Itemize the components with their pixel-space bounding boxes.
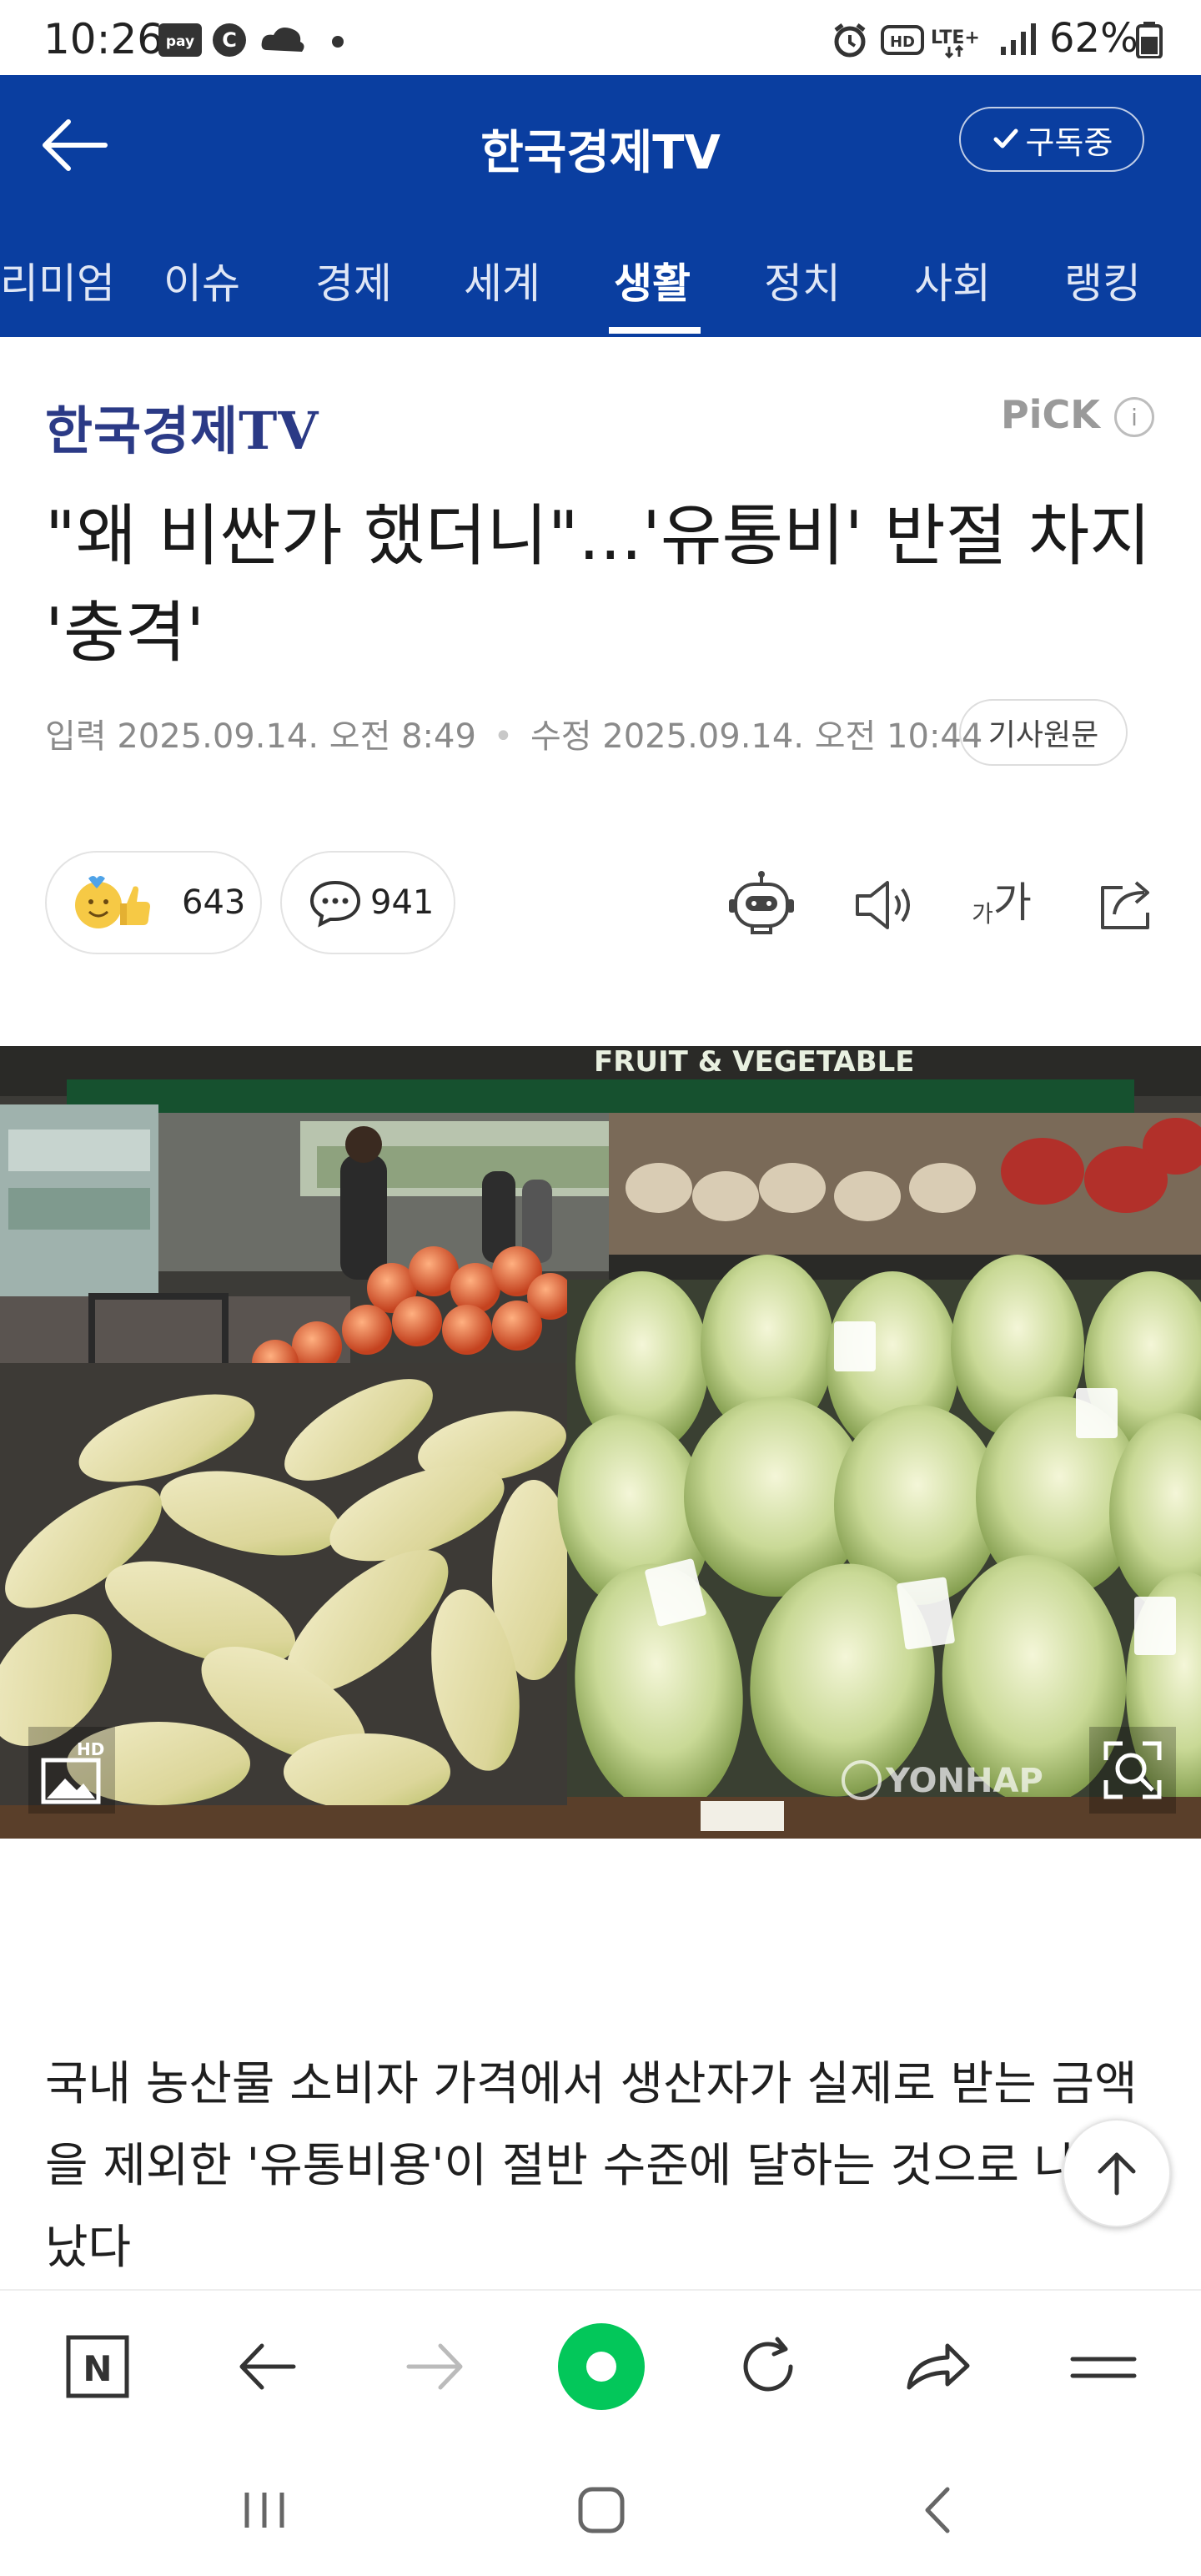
lte-icon: LTE+ xyxy=(931,28,980,58)
status-time: 10:26 xyxy=(43,15,164,63)
comment-icon xyxy=(309,880,361,928)
tab-issue[interactable]: 이슈 xyxy=(163,250,240,310)
comment-count: 941 xyxy=(370,883,435,922)
tab-life[interactable]: 생활 xyxy=(614,250,691,310)
check-icon xyxy=(993,128,1018,148)
input-label: 입력 xyxy=(45,717,107,756)
pick-badge: PiCK xyxy=(1001,392,1100,437)
reaction-button[interactable]: 643 xyxy=(45,851,262,954)
naver-home-icon[interactable]: N xyxy=(60,2329,135,2404)
font-large-glyph: 가 xyxy=(992,878,1032,927)
speaker-icon[interactable] xyxy=(846,868,921,943)
article-photo[interactable]: FRUIT & VEGETABLE HD YONHAP xyxy=(0,1046,1201,1839)
modified-date: 2025.09.14. 오전 10:44 xyxy=(602,717,983,756)
menu-icon[interactable] xyxy=(1066,2329,1141,2404)
reaction-count: 643 xyxy=(182,883,246,922)
photo-store-sign: FRUIT & VEGETABLE xyxy=(594,1046,915,1079)
press-logo[interactable]: 한국경제TV xyxy=(45,389,319,464)
refresh-icon[interactable] xyxy=(731,2329,806,2404)
font-size-button[interactable]: 가 가 xyxy=(964,868,1039,943)
c-icon: C xyxy=(213,23,246,57)
dot-icon xyxy=(332,36,344,48)
share-forward-icon[interactable] xyxy=(899,2329,974,2404)
market-produce-image: FRUIT & VEGETABLE HD YONHAP xyxy=(0,1046,1201,1839)
naver-green-dot-icon[interactable] xyxy=(555,2321,647,2412)
tab-world[interactable]: 세계 xyxy=(464,250,540,310)
forward-icon[interactable] xyxy=(397,2329,472,2404)
original-article-button[interactable]: 기사원문 xyxy=(959,699,1128,766)
app-header: 한국경제TV 구독중 xyxy=(0,75,1201,210)
signal-icon xyxy=(1001,23,1036,55)
home-icon[interactable] xyxy=(572,2481,631,2539)
system-nav-bar xyxy=(0,2444,1201,2576)
system-back-icon[interactable] xyxy=(909,2481,967,2539)
hd-badge-label: HD xyxy=(77,1739,104,1759)
tab-politics[interactable]: 정치 xyxy=(764,250,841,310)
tab-society[interactable]: 사회 xyxy=(914,250,991,310)
tab-economy[interactable]: 경제 xyxy=(315,250,392,310)
arrow-up-icon xyxy=(1098,2152,1136,2196)
share-icon[interactable] xyxy=(1089,868,1164,943)
comment-button[interactable]: 941 xyxy=(280,851,455,954)
category-tabs: 프리미엄 이슈 경제 세계 생활 정치 사회 랭킹 xyxy=(0,210,1201,337)
article-body-paragraph: 국내 농산물 소비자 가격에서 생산자가 실제로 받는 금액을 제외한 '유통비… xyxy=(45,2057,1138,2275)
scroll-to-top-button[interactable] xyxy=(1063,2119,1171,2227)
svg-text:N: N xyxy=(83,2348,112,2389)
article-meta: 입력 2025.09.14. 오전 8:49 • 수정 2025.09.14. … xyxy=(45,709,982,757)
subscribe-button[interactable]: 구독중 xyxy=(959,107,1144,172)
modified-label: 수정 xyxy=(530,717,592,756)
status-bar: 10:26 pay C HD LTE+ 62% xyxy=(0,0,1201,75)
svg-text:C: C xyxy=(222,28,237,52)
lte-icon-label: LTE+ xyxy=(931,28,980,48)
battery-percent: 62% xyxy=(1049,15,1138,62)
meta-separator: • xyxy=(493,717,514,756)
font-small-glyph: 가 xyxy=(972,900,993,928)
tab-premium[interactable]: 프리미엄 xyxy=(0,250,115,310)
article-headline: "왜 비싼가 했더니"...'유통비' 반절 차지 '충격' xyxy=(45,497,1151,672)
reaction-emoji-icon xyxy=(75,876,150,928)
image-zoom-icon[interactable] xyxy=(1089,1727,1176,1814)
battery-icon xyxy=(1136,22,1163,58)
hd-image-icon[interactable]: HD xyxy=(28,1727,115,1814)
photo-watermark: YONHAP xyxy=(885,1762,1043,1800)
hd-icon-label: HD xyxy=(890,33,915,51)
hd-icon: HD xyxy=(881,25,924,55)
back-icon[interactable] xyxy=(230,2329,305,2404)
browser-toolbar: N xyxy=(0,2289,1201,2446)
pay-icon-label: pay xyxy=(166,33,194,50)
recent-apps-icon[interactable] xyxy=(235,2481,294,2539)
subscribe-label: 구독중 xyxy=(1025,123,1113,161)
tab-ranking[interactable]: 랭킹 xyxy=(1064,250,1141,310)
active-tab-indicator xyxy=(609,327,701,334)
pick-info-icon[interactable]: i xyxy=(1114,397,1154,437)
pay-icon: pay xyxy=(158,23,202,57)
alarm-icon xyxy=(834,23,866,58)
ai-summary-robot-icon[interactable] xyxy=(724,868,799,943)
cloud-icon xyxy=(261,28,304,52)
input-date: 2025.09.14. 오전 8:49 xyxy=(117,717,476,756)
